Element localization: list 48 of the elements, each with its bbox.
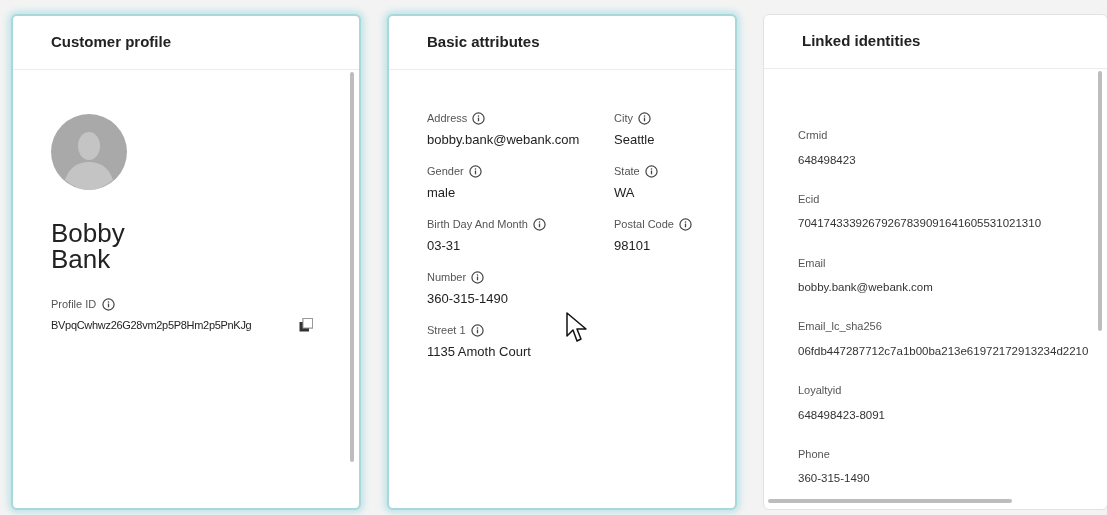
field-label: Ecid <box>798 191 821 207</box>
scrollbar[interactable] <box>1098 71 1102 331</box>
card-title: Basic attributes <box>427 32 540 53</box>
cursor-icon <box>566 312 588 344</box>
field-value: 98101 <box>614 236 652 255</box>
info-icon[interactable] <box>470 323 484 337</box>
field-label: Gender <box>427 164 464 179</box>
field-label: Crmid <box>798 128 829 143</box>
field-label: City <box>614 111 633 126</box>
info-icon[interactable] <box>678 217 692 231</box>
field-label: Number <box>427 270 467 285</box>
field-label: Profile ID <box>51 297 97 312</box>
field-label: Street 1 <box>427 323 466 338</box>
scrollbar[interactable] <box>350 72 354 462</box>
card-title: Linked identities <box>802 31 921 52</box>
info-icon[interactable] <box>644 164 658 178</box>
field-label: Loyaltyid <box>798 383 843 398</box>
field-label: Email <box>798 255 827 271</box>
profile-id: BVpqCwhwz26G28vm2p5P8Hm2p5PnKJg <box>51 317 252 333</box>
field-value: 03-31 <box>427 236 462 255</box>
field-value: 648498423-8091 <box>798 407 885 423</box>
field-value: Seattle <box>614 130 656 149</box>
info-icon[interactable] <box>472 111 486 125</box>
info-icon[interactable] <box>637 111 651 125</box>
copy-icon[interactable] <box>299 317 313 332</box>
field-value: bobby.bank@webank.com <box>798 280 933 295</box>
field-label: Phone <box>798 446 831 462</box>
card-title: Customer profile <box>51 32 171 53</box>
info-icon[interactable] <box>102 297 116 311</box>
field-value: 360-315-1490 <box>427 289 509 308</box>
field-label: Birth Day And Month <box>427 217 528 232</box>
field-value: bobby.bank@webank.com <box>427 130 581 149</box>
field-label: Email_lc_sha256 <box>798 319 883 335</box>
scrollbar[interactable] <box>768 499 1012 503</box>
customer-name: Bobby Bank <box>51 220 126 272</box>
field-value: 648498423 <box>798 152 856 168</box>
field-label: State <box>614 164 640 179</box>
field-value: WA <box>614 183 636 202</box>
field-value: 360-315-1490 <box>798 471 870 487</box>
field-value: 70417433392679267839091641605531021310 <box>798 216 1042 232</box>
info-icon[interactable] <box>532 217 546 231</box>
field-label: Address <box>427 111 468 126</box>
info-icon[interactable] <box>471 270 485 284</box>
field-value: 1135 Amoth Court <box>427 342 532 361</box>
info-icon[interactable] <box>468 164 482 178</box>
field-value: 06fdb447287712c7a1b00ba213e61972172913234d2210 <box>798 343 1089 359</box>
field-label: Postal Code <box>614 217 674 232</box>
field-value: male <box>427 183 457 202</box>
